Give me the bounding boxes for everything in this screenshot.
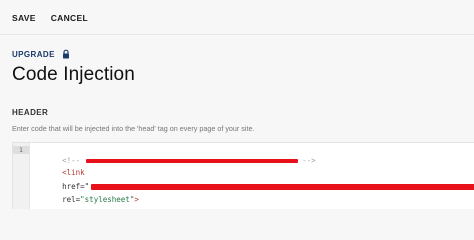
save-button[interactable]: SAVE: [12, 13, 36, 23]
top-toolbar: SAVE CANCEL: [12, 13, 88, 23]
header-code-editor[interactable]: 1 <!-- --> <link href=" rel="stylesheet">: [12, 142, 474, 209]
lock-icon: [61, 49, 71, 59]
upgrade-link[interactable]: UPGRADE: [12, 49, 71, 59]
cancel-button[interactable]: CANCEL: [51, 13, 88, 23]
comment-close-token: -->: [302, 156, 316, 165]
header-section-label: HEADER: [12, 108, 49, 117]
line-number: 1: [13, 146, 29, 154]
redacted-href-value: [91, 184, 474, 190]
header-section-help: Enter code that will be injected into th…: [12, 124, 255, 133]
toolbar-divider: [0, 34, 474, 35]
page-title: Code Injection: [12, 64, 135, 85]
upgrade-label: UPGRADE: [12, 49, 55, 59]
redacted-comment: [86, 159, 299, 163]
tag-close-token: >: [134, 195, 139, 204]
code-line: rel="stylesheet">: [35, 185, 139, 209]
line-number-gutter: 1: [13, 143, 30, 209]
rel-value-token: "stylesheet": [80, 195, 135, 204]
code-injection-page: SAVE CANCEL UPGRADE Code Injection HEADE…: [0, 0, 474, 209]
rel-attr-token: rel=: [62, 195, 81, 204]
